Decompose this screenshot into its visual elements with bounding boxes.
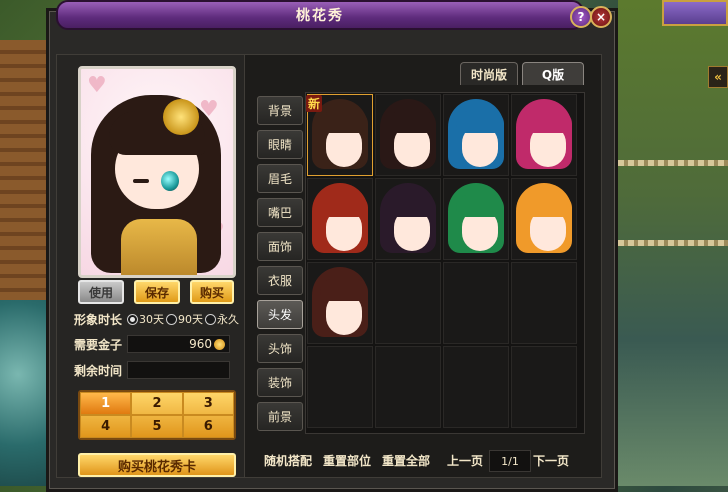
preset-page-5[interactable]: 5 bbox=[131, 415, 183, 438]
empty-item-slot bbox=[511, 346, 577, 428]
duration-option-90[interactable]: 90天 bbox=[166, 311, 203, 327]
side-collapse-button[interactable]: « bbox=[708, 66, 728, 88]
preset-page-selector: 1 2 3 4 5 6 bbox=[78, 390, 236, 440]
gold-coin-icon bbox=[214, 338, 225, 350]
empty-item-slot bbox=[375, 346, 441, 428]
remaining-time-field bbox=[127, 361, 230, 379]
character-eye bbox=[161, 171, 179, 191]
category-decoration[interactable]: 装饰 bbox=[257, 368, 303, 397]
preset-page-3[interactable]: 3 bbox=[182, 392, 234, 415]
hair-style-icon bbox=[516, 99, 572, 169]
radio-icon bbox=[205, 313, 216, 325]
heart-icon: ♥ bbox=[87, 73, 107, 98]
tab-q-version[interactable]: Q版 bbox=[522, 62, 584, 85]
hair-item[interactable] bbox=[511, 94, 577, 176]
hair-style-icon bbox=[380, 99, 436, 169]
category-background[interactable]: 背景 bbox=[257, 96, 303, 125]
reset-all-button[interactable]: 重置全部 bbox=[382, 452, 430, 469]
buy-button[interactable]: 购买 bbox=[190, 280, 234, 304]
empty-item-slot bbox=[307, 346, 373, 428]
category-foreground[interactable]: 前景 bbox=[257, 402, 303, 431]
category-hair[interactable]: 头发 bbox=[257, 300, 303, 329]
duration-label: 形象时长 bbox=[74, 313, 123, 327]
preset-page-2[interactable]: 2 bbox=[131, 392, 183, 415]
character-preview: ♥ ♥ ♥ ♥ bbox=[78, 66, 236, 278]
category-face-accessory[interactable]: 面饰 bbox=[257, 232, 303, 261]
help-button[interactable]: ? bbox=[570, 6, 592, 28]
hair-fringe bbox=[320, 195, 368, 217]
empty-item-slot bbox=[443, 262, 509, 344]
empty-item-slot bbox=[375, 262, 441, 344]
category-clothes[interactable]: 衣服 bbox=[257, 266, 303, 295]
hair-style-icon bbox=[380, 183, 436, 253]
category-headwear[interactable]: 头饰 bbox=[257, 334, 303, 363]
hair-ornament bbox=[163, 99, 199, 135]
background-rope bbox=[618, 240, 728, 246]
close-button[interactable]: × bbox=[590, 6, 612, 28]
hair-style-icon bbox=[312, 183, 368, 253]
hair-item[interactable] bbox=[375, 178, 441, 260]
remaining-time-label: 剩余时间 bbox=[74, 364, 123, 378]
gold-label: 需要金子 bbox=[74, 338, 123, 352]
hair-style-icon bbox=[312, 267, 368, 337]
tab-fashion[interactable]: 时尚版 bbox=[460, 62, 518, 85]
category-eyes[interactable]: 眼睛 bbox=[257, 130, 303, 159]
random-outfit-button[interactable]: 随机搭配 bbox=[264, 452, 312, 469]
hair-item[interactable] bbox=[375, 94, 441, 176]
hair-fringe bbox=[388, 195, 436, 217]
gold-field: 960 bbox=[127, 335, 230, 353]
category-mouth[interactable]: 嘴巴 bbox=[257, 198, 303, 227]
hair-fringe bbox=[456, 195, 504, 217]
hair-item[interactable] bbox=[511, 178, 577, 260]
save-button[interactable]: 保存 bbox=[134, 280, 180, 304]
hair-style-icon bbox=[448, 99, 504, 169]
hair-fringe bbox=[456, 111, 504, 133]
preset-page-6[interactable]: 6 bbox=[182, 415, 234, 438]
hair-item[interactable] bbox=[307, 262, 373, 344]
new-badge: 新 bbox=[306, 95, 323, 112]
character-eye-wink bbox=[133, 179, 149, 183]
radio-icon bbox=[166, 313, 177, 325]
empty-item-slot bbox=[443, 346, 509, 428]
reset-part-button[interactable]: 重置部位 bbox=[323, 452, 371, 469]
hair-item[interactable] bbox=[443, 178, 509, 260]
hair-fringe bbox=[524, 195, 572, 217]
hair-style-icon bbox=[448, 183, 504, 253]
prev-page-button[interactable]: 上一页 bbox=[447, 452, 483, 469]
duration-option-30[interactable]: 30天 bbox=[127, 311, 164, 327]
hair-fringe bbox=[320, 111, 368, 133]
character-dress bbox=[121, 219, 197, 275]
duration-option-forever[interactable]: 永久 bbox=[205, 311, 239, 327]
background-rope bbox=[618, 160, 728, 166]
preset-page-1[interactable]: 1 bbox=[80, 392, 132, 415]
hair-item[interactable] bbox=[443, 94, 509, 176]
hair-fringe bbox=[524, 111, 572, 133]
hair-item[interactable] bbox=[307, 178, 373, 260]
next-page-button[interactable]: 下一页 bbox=[533, 452, 569, 469]
buy-card-button[interactable]: 购买桃花秀卡 bbox=[78, 453, 236, 477]
page-indicator: 1/1 bbox=[489, 450, 531, 472]
duration-options: 30天 90天 永久 bbox=[127, 311, 239, 327]
use-button[interactable]: 使用 bbox=[78, 280, 124, 304]
radio-icon bbox=[127, 313, 138, 325]
hair-fringe bbox=[320, 279, 368, 301]
hair-style-icon bbox=[516, 183, 572, 253]
hair-fringe bbox=[388, 111, 436, 133]
window-title: 桃花秀 bbox=[56, 0, 584, 30]
empty-item-slot bbox=[511, 262, 577, 344]
player-avatar[interactable] bbox=[662, 0, 728, 26]
preset-page-4[interactable]: 4 bbox=[80, 415, 132, 438]
category-eyebrows[interactable]: 眉毛 bbox=[257, 164, 303, 193]
